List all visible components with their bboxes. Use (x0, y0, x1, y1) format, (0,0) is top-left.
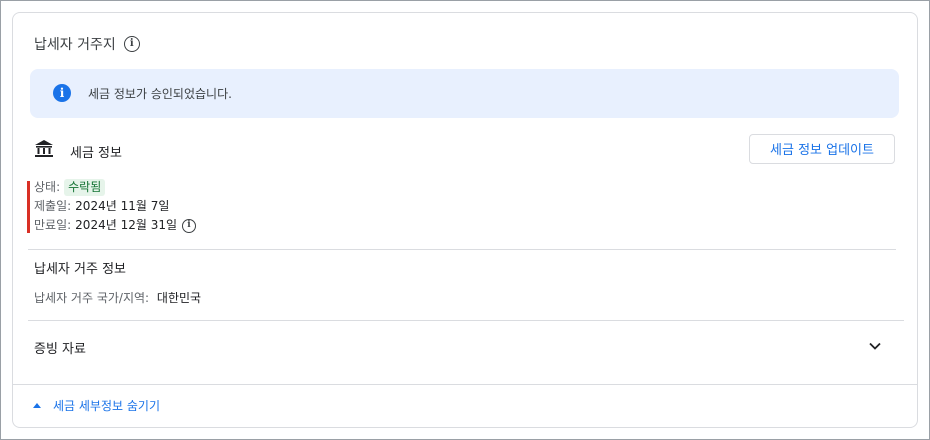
status-row: 상태: 수락됨 (34, 178, 196, 197)
status-badge: 수락됨 (64, 179, 106, 196)
submitted-label: 제출일: (34, 199, 72, 213)
update-tax-info-button[interactable]: 세금 정보 업데이트 (749, 134, 895, 164)
caret-up-icon (33, 403, 41, 408)
tax-info-title: 세금 정보 (70, 146, 122, 161)
residence-country-label: 납세자 거주 국가/지역: (34, 291, 150, 305)
hide-details-label: 세금 세부정보 숨기기 (53, 399, 160, 413)
divider (28, 320, 904, 321)
chevron-down-icon[interactable] (868, 339, 882, 353)
divider (28, 249, 896, 250)
residence-country-value: 대한민국 (156, 291, 202, 305)
bank-icon (35, 140, 53, 157)
tax-residence-card: 납세자 거주지 i i 세금 정보가 승인되었습니다. 세금 정보 세금 정보 … (12, 12, 918, 428)
info-outline-icon[interactable]: i (123, 36, 140, 52)
banner-message: 세금 정보가 승인되었습니다. (88, 87, 232, 101)
submitted-date: 2024년 11월 7일 (75, 199, 170, 213)
residence-country-row: 납세자 거주 국가/지역: 대한민국 (34, 289, 201, 306)
evidence-section-title[interactable]: 증빙 자료 (34, 338, 86, 357)
expiry-date: 2024년 12월 31일 (75, 218, 177, 232)
status-label: 상태: (34, 180, 61, 194)
expiry-label: 만료일: (34, 218, 72, 232)
tax-status-block: 상태: 수락됨 제출일: 2024년 11월 7일 만료일: 2024년 12월… (34, 178, 196, 235)
submitted-row: 제출일: 2024년 11월 7일 (34, 197, 196, 216)
info-filled-icon: i (53, 84, 71, 102)
page-title: 납세자 거주지 (34, 37, 116, 53)
hide-details-link[interactable]: 세금 세부정보 숨기기 (33, 397, 160, 414)
expiry-row: 만료일: 2024년 12월 31일 i (34, 216, 196, 235)
info-outline-icon[interactable]: i (182, 218, 196, 233)
residence-title: 납세자 거주 정보 (34, 262, 126, 277)
approval-banner: i 세금 정보가 승인되었습니다. (30, 69, 899, 118)
divider (13, 384, 917, 385)
status-marker (27, 181, 30, 233)
section-header: 납세자 거주지 i (34, 34, 140, 54)
